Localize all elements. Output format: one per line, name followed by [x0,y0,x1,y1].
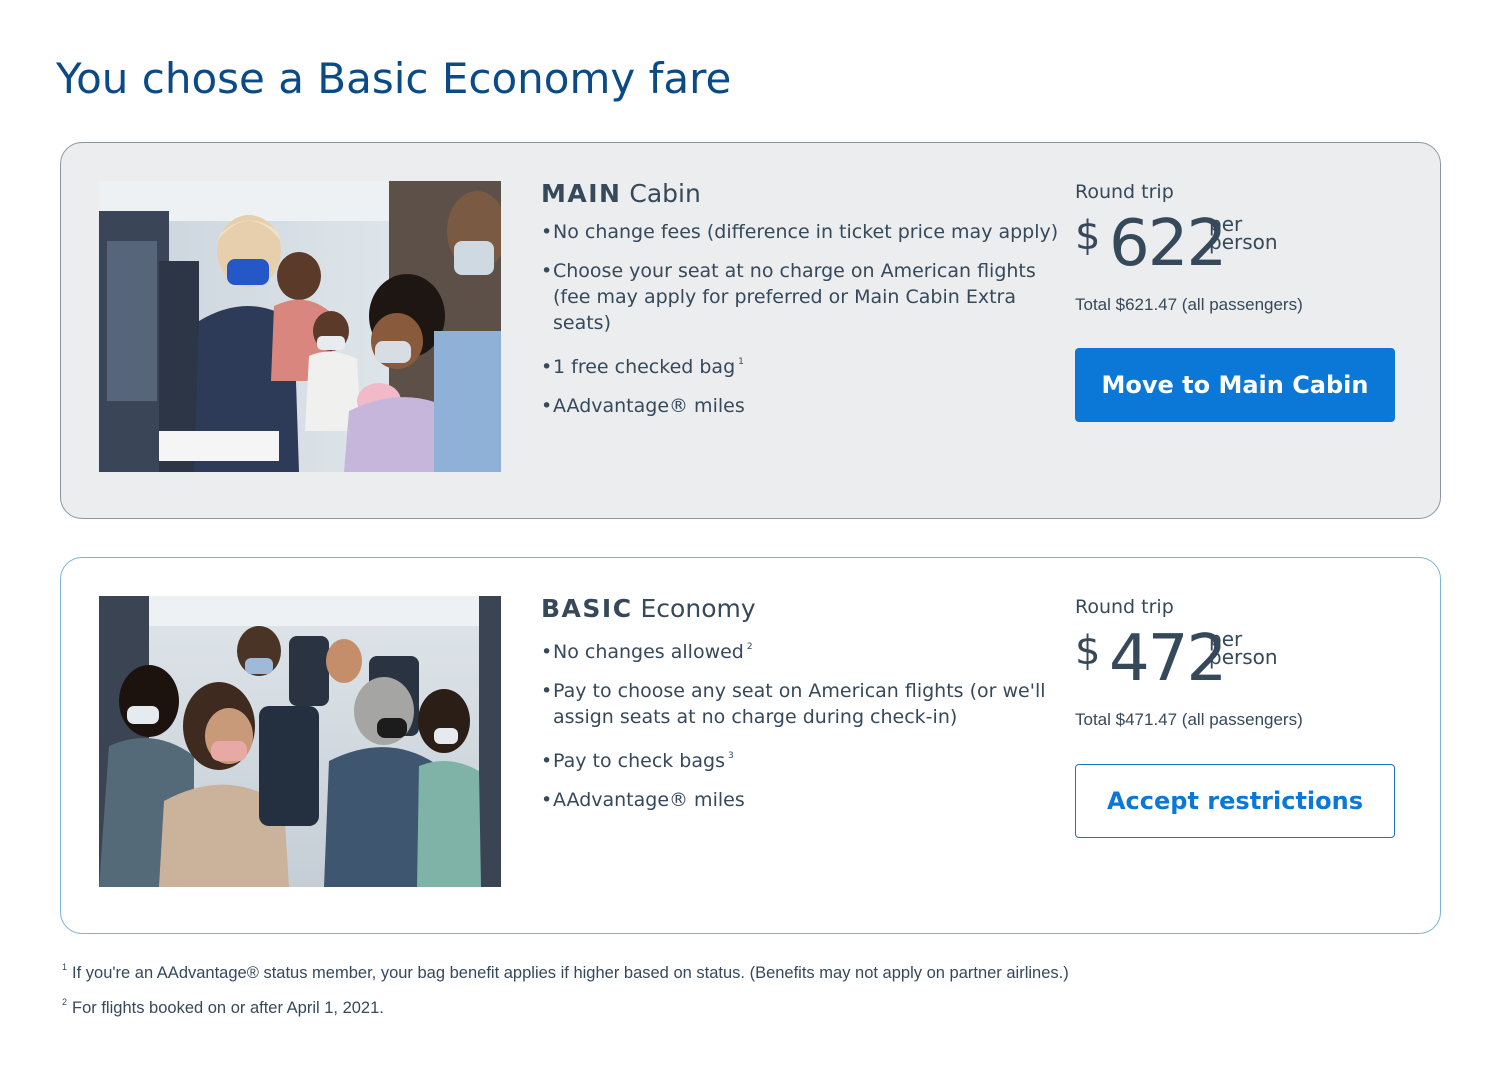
footnote-marker: 1 [738,357,744,367]
footnote-marker: 2 [746,642,753,652]
list-item: •AAdvantage® miles [541,395,745,417]
per-person-label: per person [1209,212,1278,254]
main-cabin-card: MAIN Cabin •No change fees (difference i… [60,142,1441,519]
main-cabin-features: •No change fees (difference in ticket pr… [541,219,1061,432]
total-price: Total $471.47 (all passengers) [1075,710,1303,729]
list-item: •Choose your seat at no charge on Americ… [541,260,1036,334]
basic-economy-features: •No changes allowed 2 •Pay to choose any … [541,634,1061,826]
main-cabin-title: MAIN Cabin [541,179,701,208]
list-item: •1 free checked bag 1 [541,356,744,378]
list-item: •Pay to choose any seat on American flig… [541,680,1046,728]
main-cabin-price: Round trip $ 622 per person Total $621.47… [1075,181,1405,315]
price-display: $ 472 per person [1075,624,1405,694]
footnotes: 1 If you're an AAdvantage® status member,… [62,962,1069,1032]
price-amount: 472 [1109,622,1227,696]
page-title: You chose a Basic Economy fare [56,54,732,103]
basic-economy-photo [99,596,501,887]
per-person-label: per person [1209,627,1278,669]
currency-symbol: $ [1075,213,1101,259]
price-amount: 622 [1109,207,1227,281]
list-item: •No changes allowed 2 [541,641,753,663]
footnote-marker: 3 [727,751,734,761]
footnote: 1 If you're an AAdvantage® status member,… [62,962,1069,982]
basic-economy-title: BASIC Economy [541,594,756,623]
currency-symbol: $ [1075,628,1101,674]
price-display: $ 622 per person [1075,209,1405,279]
accept-restrictions-button[interactable]: Accept restrictions [1075,764,1395,838]
trip-type-label: Round trip [1075,181,1174,203]
basic-economy-price: Round trip $ 472 per person Total $471.47… [1075,596,1405,730]
basic-economy-card: BASIC Economy •No changes allowed 2 •Pay … [60,557,1441,934]
move-to-main-cabin-button[interactable]: Move to Main Cabin [1075,348,1395,422]
main-cabin-photo [99,181,501,472]
list-item: •AAdvantage® miles [541,789,745,811]
total-price: Total $621.47 (all passengers) [1075,295,1303,314]
list-item: •Pay to check bags 3 [541,750,734,772]
footnote: 2 For flights booked on or after April 1,… [62,997,384,1017]
list-item: •No change fees (difference in ticket pr… [541,221,1059,243]
trip-type-label: Round trip [1075,596,1174,618]
